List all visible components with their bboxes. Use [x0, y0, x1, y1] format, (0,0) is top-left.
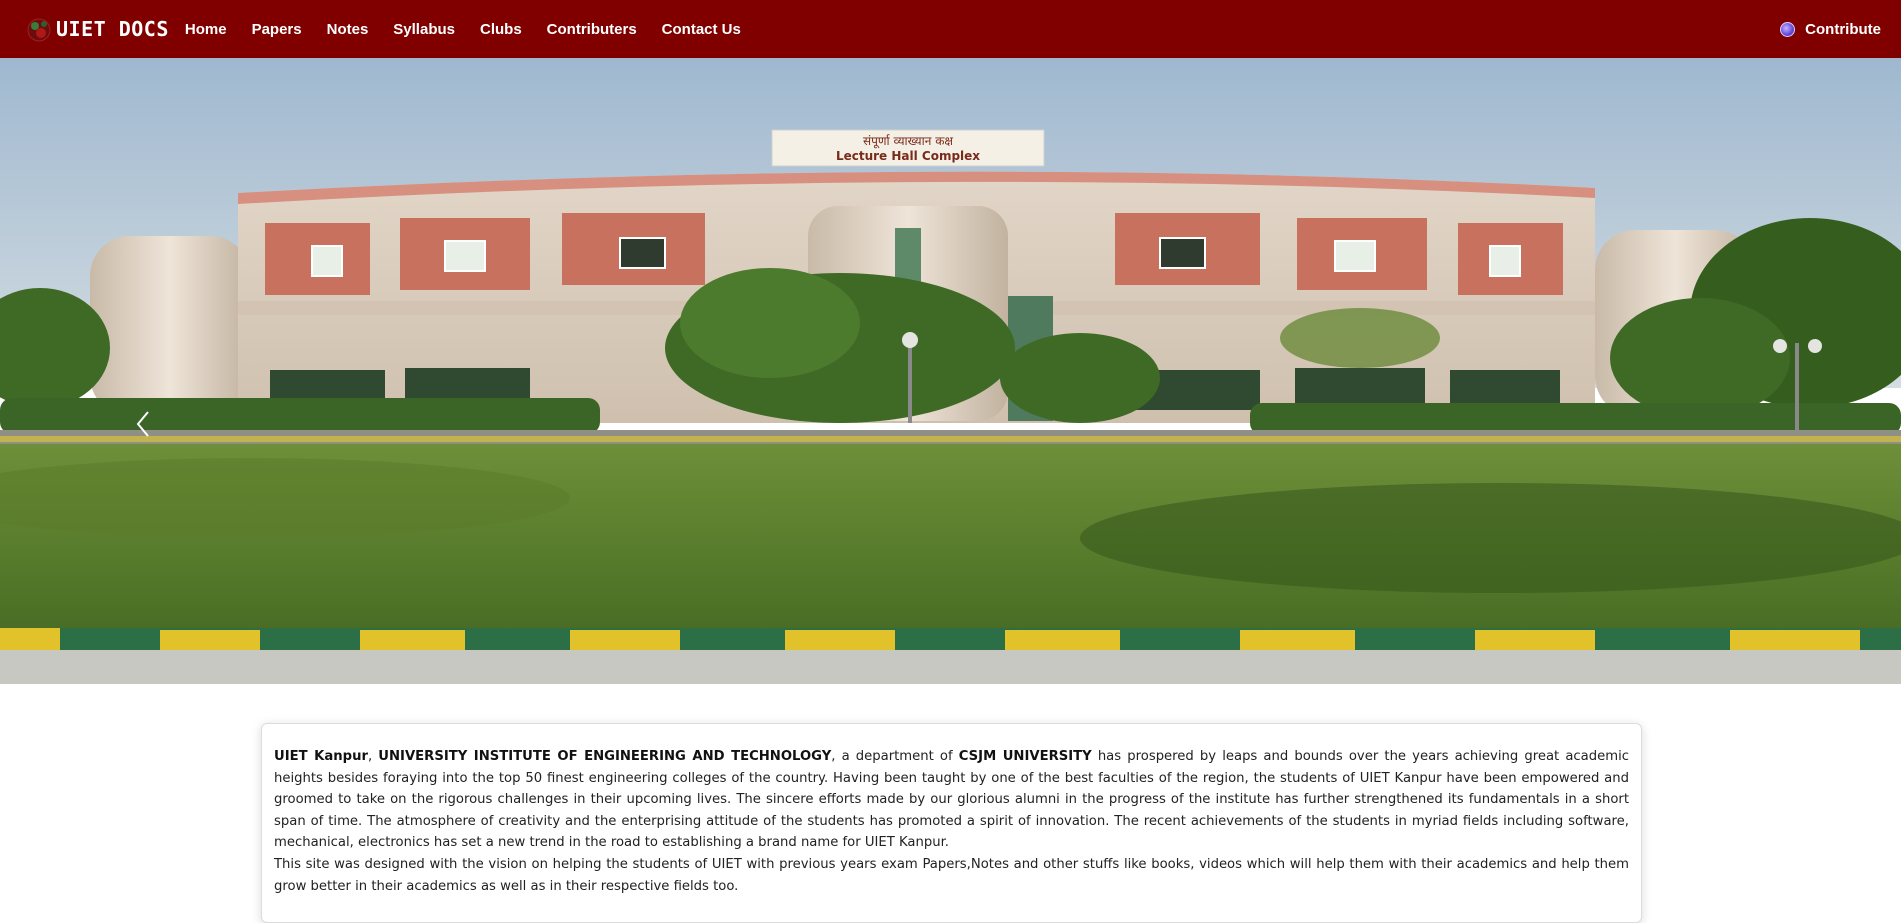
nav-link-papers[interactable]: Papers [252, 21, 302, 38]
nav-link-contact-us[interactable]: Contact Us [662, 21, 741, 38]
about-bold-csjm: CSJM UNIVERSITY [958, 749, 1092, 764]
nav-links: Home Papers Notes Syllabus Clubs Contrib… [185, 21, 766, 38]
campus-building-image: संपूर्णा व्याख्यान कक्ष Lecture Hall Com… [0, 58, 1901, 684]
nav-link-contributers[interactable]: Contributers [547, 21, 637, 38]
nav-link-notes[interactable]: Notes [327, 21, 369, 38]
sparkle-icon [1780, 21, 1796, 37]
nav-link-syllabus[interactable]: Syllabus [393, 21, 455, 38]
about-bold-uiet-kanpur: UIET Kanpur [274, 749, 368, 764]
chevron-left-icon [136, 411, 149, 437]
nav-link-home[interactable]: Home [185, 21, 227, 38]
brand-name: UIET DOCS [56, 17, 169, 41]
sign-hindi: संपूर्णा व्याख्यान कक्ष [863, 134, 953, 149]
uiet-logo-icon [24, 14, 54, 44]
about-paragraph-2: This site was designed with the vision o… [274, 856, 1629, 894]
about-sep: , [367, 749, 379, 764]
contribute-label: Contribute [1805, 20, 1881, 38]
sign-english: Lecture Hall Complex [836, 149, 980, 163]
carousel-prev-button[interactable] [128, 404, 158, 444]
nav-link-clubs[interactable]: Clubs [480, 21, 522, 38]
hero-carousel: संपूर्णा व्याख्यान कक्ष Lecture Hall Com… [0, 58, 1901, 684]
about-text-2: has prospered by leaps and bounds over t… [274, 749, 1629, 851]
top-navbar: UIET DOCS Home Papers Notes Syllabus Clu… [0, 0, 1901, 58]
brand[interactable]: UIET DOCS [24, 14, 169, 44]
about-text-1: , a department of [831, 749, 959, 764]
contribute-button[interactable]: Contribute [1780, 0, 1881, 58]
about-bold-institute-name: UNIVERSITY INSTITUTE OF ENGINEERING AND … [378, 749, 832, 764]
about-card: UIET Kanpur, UNIVERSITY INSTITUTE OF ENG… [261, 723, 1642, 923]
about-paragraph-1: UIET Kanpur, UNIVERSITY INSTITUTE OF ENG… [274, 746, 1629, 854]
